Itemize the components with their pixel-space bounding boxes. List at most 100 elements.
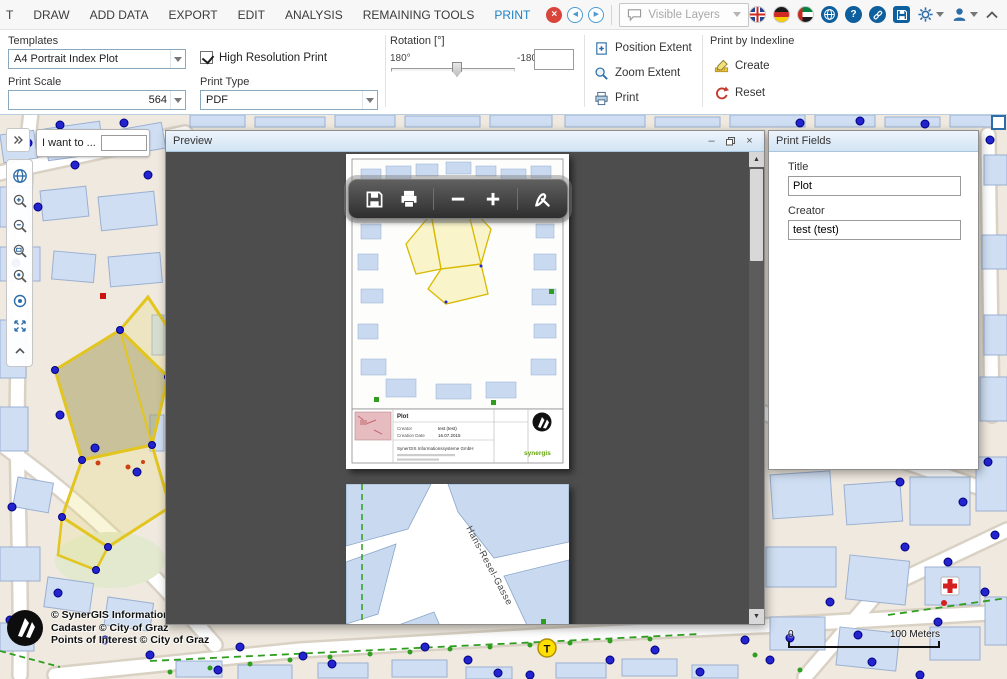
visible-layers-label: Visible Layers	[648, 9, 719, 21]
zoom-extent-label: Zoom Extent	[615, 67, 680, 79]
chevron-down-icon	[366, 98, 374, 103]
flag-uk-icon[interactable]	[749, 6, 766, 23]
chevron-down-icon	[970, 12, 978, 17]
high-resolution-checkbox[interactable]: High Resolution Print	[200, 51, 327, 64]
indexline-create-button[interactable]: Create	[714, 56, 770, 76]
scroll-up-icon[interactable]: ▲	[749, 152, 764, 167]
scalebar-start-label: 0	[788, 629, 794, 640]
zoom-selection-button[interactable]	[7, 263, 32, 288]
user-dropdown[interactable]	[951, 6, 978, 23]
overview-map-button[interactable]	[7, 163, 32, 188]
scalebar-bar	[788, 641, 940, 648]
preview-save-button[interactable]	[363, 188, 385, 210]
minimize-button[interactable]: –	[704, 134, 719, 148]
full-extent-button[interactable]	[7, 313, 32, 338]
page1-footer-title: Plot	[397, 414, 408, 420]
toolbar-separator	[433, 188, 434, 210]
print-button[interactable]: Print	[594, 88, 639, 108]
print-icon	[399, 189, 419, 209]
world-icon[interactable]	[821, 6, 838, 23]
settings-dropdown[interactable]	[917, 6, 944, 23]
print-fields-titlebar[interactable]: Print Fields	[769, 131, 978, 152]
tab-draw[interactable]: DRAW	[33, 8, 69, 22]
creator-field-input[interactable]	[788, 220, 961, 240]
tab-analysis[interactable]: ANALYSIS	[285, 8, 343, 22]
close-tool-icon[interactable]: ×	[546, 7, 562, 23]
scrollbar-thumb[interactable]	[750, 169, 763, 261]
chain-glyph-icon	[871, 8, 885, 22]
print-label: Print	[615, 92, 639, 104]
tab-edit[interactable]: EDIT	[238, 8, 265, 22]
history-forward-icon[interactable]: ▶	[588, 7, 604, 23]
zoom-in-button[interactable]	[7, 188, 32, 213]
close-button[interactable]: ×	[742, 134, 757, 148]
tab-remaining-tools[interactable]: REMAINING TOOLS	[363, 8, 475, 22]
chevron-right-double-icon	[11, 133, 25, 147]
menubar-separator	[611, 5, 612, 25]
zoom-extent-button[interactable]: Zoom Extent	[594, 63, 680, 83]
page1-company: SynerGIS Informationssysteme GmbH	[397, 446, 474, 451]
t-marker-label: T	[544, 644, 551, 656]
title-field-input[interactable]	[788, 176, 961, 196]
indexline-reset-button[interactable]: Reset	[714, 83, 765, 103]
zoom-out-button[interactable]	[7, 213, 32, 238]
chevron-up-icon	[12, 343, 28, 359]
save-icon[interactable]	[893, 6, 910, 23]
collapse-ribbon-icon[interactable]	[985, 10, 999, 20]
collapse-toolbar-button[interactable]	[7, 338, 32, 363]
map-tools-toolbar	[6, 159, 33, 367]
pdf-icon	[532, 189, 552, 209]
preview-zoom-in-button[interactable]	[482, 188, 504, 210]
tab-export[interactable]: EXPORT	[168, 8, 217, 22]
panel-expander-button[interactable]	[6, 128, 30, 152]
menubar-right-icons: ?	[749, 6, 999, 23]
right-panel-toggle[interactable]	[991, 115, 1006, 130]
history-back-icon[interactable]: ◀	[567, 7, 583, 23]
position-extent-button[interactable]: Position Extent	[594, 38, 692, 58]
print-type-label: Print Type	[200, 76, 249, 88]
print-type-select[interactable]: PDF	[200, 90, 378, 110]
ribbon-separator	[385, 35, 386, 107]
zoom-box-button[interactable]	[7, 238, 32, 263]
preview-scrollbar[interactable]: ▲ ▼	[749, 152, 764, 624]
visible-layers-dropdown[interactable]: Visible Layers	[619, 3, 749, 27]
preview-zoom-out-button[interactable]	[447, 188, 469, 210]
t-marker[interactable]: T	[538, 639, 556, 657]
page1-date-value: 16.07.2015	[438, 433, 461, 438]
ribbon: Templates A4 Portrait Index Plot Print S…	[0, 30, 1007, 115]
preview-titlebar[interactable]: Preview – ×	[166, 131, 764, 152]
preview-pdf-button[interactable]	[531, 188, 553, 210]
page1-creator-value: test (test)	[438, 426, 457, 431]
rotation-input[interactable]	[534, 49, 574, 70]
tab-print[interactable]: PRINT	[494, 8, 530, 22]
preview-print-button[interactable]	[398, 188, 420, 210]
help-icon[interactable]: ?	[845, 6, 862, 23]
checkbox-checked-icon	[200, 51, 213, 64]
locate-button[interactable]	[7, 288, 32, 313]
create-icon	[714, 59, 729, 74]
reset-icon	[714, 86, 729, 101]
creator-field-label: Creator	[788, 205, 959, 217]
restore-button[interactable]	[723, 134, 738, 148]
rotation-slider-handle[interactable]	[452, 62, 462, 77]
flag-de-icon[interactable]	[773, 6, 790, 23]
preview-window: Preview – ×	[165, 130, 765, 625]
tab-add-data[interactable]: ADD DATA	[90, 8, 149, 22]
link-icon[interactable]	[869, 6, 886, 23]
print-fields-title: Print Fields	[776, 135, 831, 147]
flag-ae-icon[interactable]	[797, 6, 814, 23]
print-scale-label: Print Scale	[8, 76, 61, 88]
templates-select[interactable]: A4 Portrait Index Plot	[8, 49, 186, 69]
attribution-line-3: Points of Interest © City of Graz	[51, 634, 252, 647]
zoom-in-icon	[12, 193, 28, 209]
scroll-down-icon[interactable]: ▼	[749, 609, 764, 624]
preview-page-2-plot: Hans-Resel-Gasse	[346, 484, 569, 624]
globe-icon	[12, 168, 28, 184]
i-want-to-widget[interactable]: I want to ...	[36, 129, 150, 157]
print-scale-select[interactable]: 564	[8, 90, 186, 110]
zoom-box-icon	[12, 243, 28, 259]
dropdown-arrow	[170, 50, 185, 68]
tab-partial[interactable]: T	[6, 8, 13, 22]
print-scale-value: 564	[14, 94, 170, 106]
i-want-to-input[interactable]	[101, 135, 147, 151]
